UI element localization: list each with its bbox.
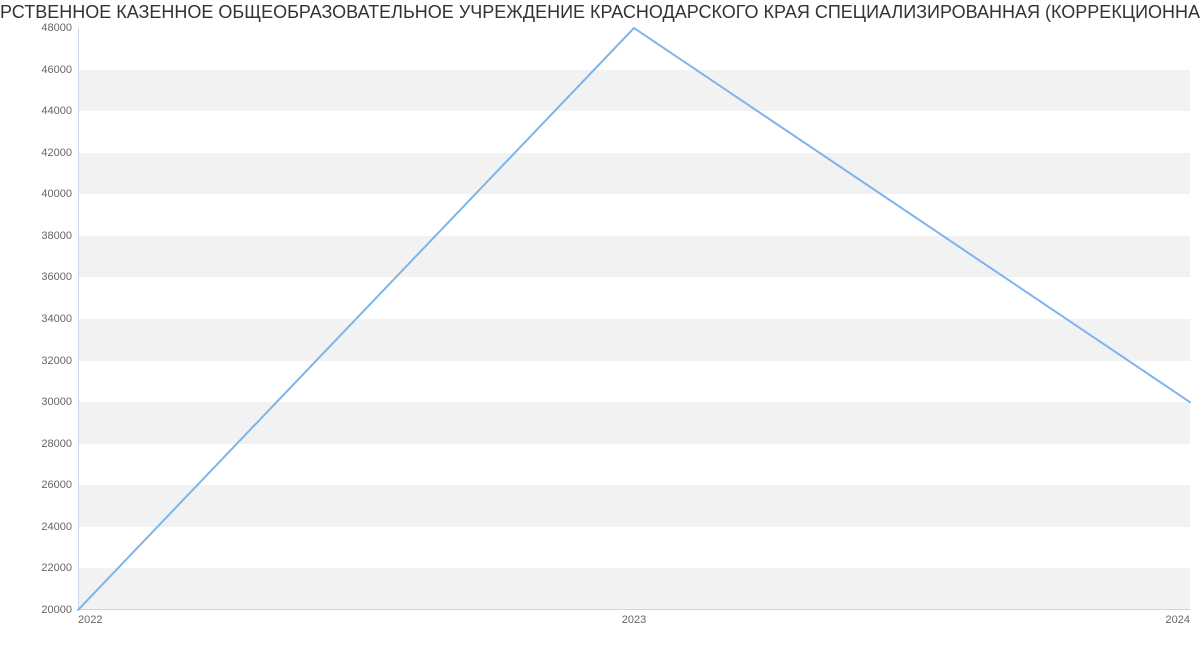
x-tick-label: 2023 bbox=[622, 614, 646, 626]
line-chart: РСТВЕННОЕ КАЗЕННОЕ ОБЩЕОБРАЗОВАТЕЛЬНОЕ У… bbox=[0, 0, 1200, 650]
y-tick-label: 46000 bbox=[0, 64, 72, 76]
y-tick-label: 32000 bbox=[0, 355, 72, 367]
y-tick-label: 42000 bbox=[0, 147, 72, 159]
chart-title: РСТВЕННОЕ КАЗЕННОЕ ОБЩЕОБРАЗОВАТЕЛЬНОЕ У… bbox=[0, 2, 1200, 23]
x-tick-label: 2022 bbox=[78, 614, 102, 626]
y-tick-label: 36000 bbox=[0, 271, 72, 283]
line-series bbox=[78, 28, 1190, 610]
y-tick-label: 38000 bbox=[0, 230, 72, 242]
y-tick-label: 24000 bbox=[0, 521, 72, 533]
y-tick-label: 22000 bbox=[0, 562, 72, 574]
y-tick-label: 26000 bbox=[0, 479, 72, 491]
y-tick-label: 30000 bbox=[0, 396, 72, 408]
y-tick-label: 20000 bbox=[0, 604, 72, 616]
y-tick-label: 48000 bbox=[0, 22, 72, 34]
y-tick-label: 28000 bbox=[0, 438, 72, 450]
x-tick-label: 2024 bbox=[1166, 614, 1190, 626]
plot-area bbox=[78, 28, 1190, 610]
y-tick-label: 40000 bbox=[0, 188, 72, 200]
y-tick-label: 44000 bbox=[0, 105, 72, 117]
y-tick-label: 34000 bbox=[0, 313, 72, 325]
series-path bbox=[78, 28, 1190, 610]
